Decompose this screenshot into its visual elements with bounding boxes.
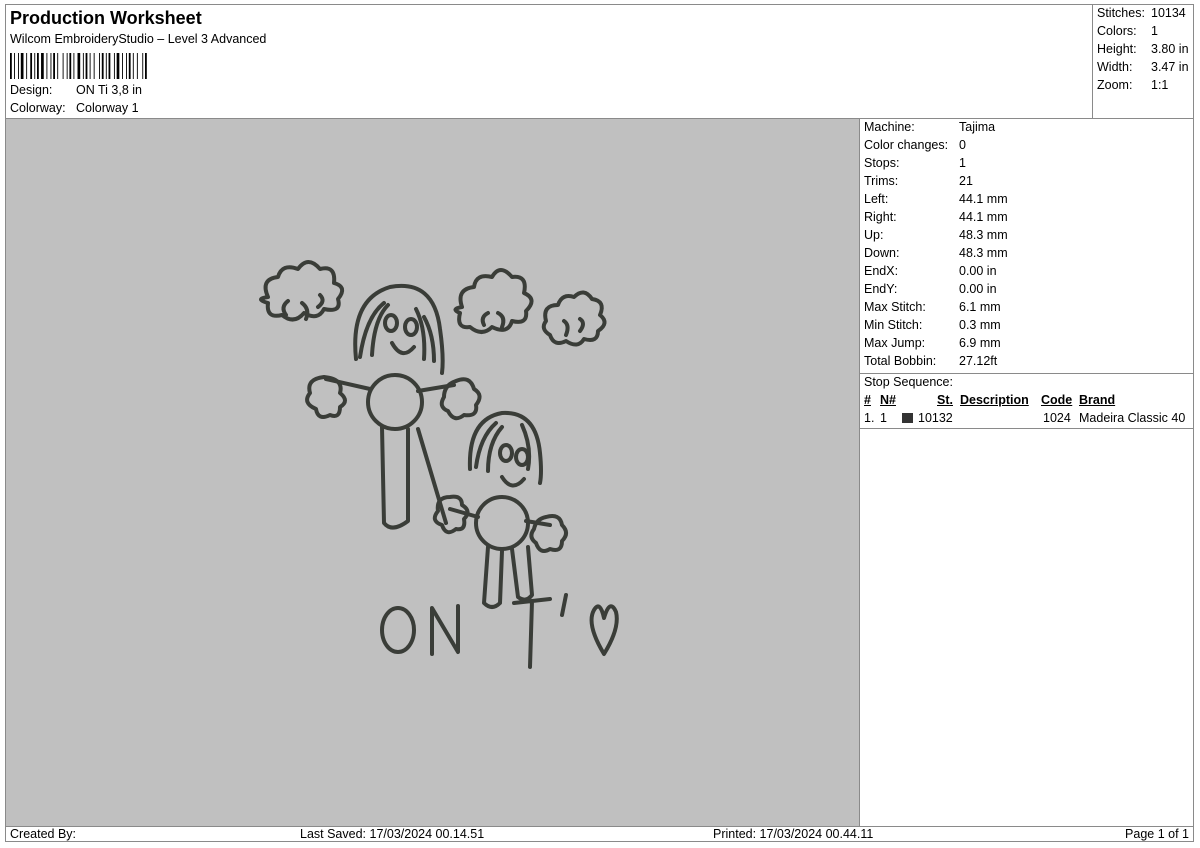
machine-label: EndY: xyxy=(864,282,898,296)
worksheet-frame: Production Worksheet Wilcom EmbroiderySt… xyxy=(5,4,1194,842)
page-title: Production Worksheet xyxy=(10,8,202,28)
worksheet-header: Production Worksheet Wilcom EmbroiderySt… xyxy=(6,5,1094,119)
machine-label: Trims: xyxy=(864,174,899,188)
machine-row: Up: 48.3 mm xyxy=(864,228,1008,242)
machine-label: Stops: xyxy=(864,156,900,170)
design-label: Design: xyxy=(10,83,53,97)
machine-value: 48.3 mm xyxy=(959,228,1008,242)
machine-value: 27.12ft xyxy=(959,354,998,368)
machine-row: Right: 44.1 mm xyxy=(864,210,1008,224)
stat-value: 3.80 in xyxy=(1151,42,1189,56)
machine-row: EndX: 0.00 in xyxy=(864,264,997,278)
machine-value: 6.9 mm xyxy=(959,336,1001,350)
printed-date: Printed: 17/03/2024 00.44.11 xyxy=(713,827,874,841)
machine-label: Right: xyxy=(864,210,897,224)
machine-label: Left: xyxy=(864,192,889,206)
machine-value: 0 xyxy=(959,138,966,152)
cloud-right xyxy=(541,290,607,347)
machine-info-panel: Machine: Tajima Color changes: 0 Stops: 1 Trim… xyxy=(860,119,1193,826)
col-n: N# xyxy=(880,393,896,407)
machine-label: Total Bobbin: xyxy=(864,354,937,368)
stat-value: 3.47 in xyxy=(1151,60,1189,74)
design-preview xyxy=(6,119,860,826)
stat-row: Height: 3.80 in xyxy=(1097,42,1189,56)
machine-row: Max Jump: 6.9 mm xyxy=(864,336,1001,350)
cloud-left xyxy=(259,260,345,322)
small-figure xyxy=(432,410,568,609)
col-description: Description xyxy=(960,393,1029,407)
machine-value: 0.00 in xyxy=(959,282,997,296)
machine-value: 1 xyxy=(959,156,966,170)
stat-value: 1 xyxy=(1151,24,1158,38)
machine-label: Up: xyxy=(864,228,884,242)
row-code: 1024 xyxy=(1043,411,1071,425)
row-num: 1. xyxy=(864,411,875,425)
divider xyxy=(860,428,1193,429)
worksheet-footer: Created By: Last Saved: 17/03/2024 00.14… xyxy=(6,826,1193,842)
big-figure xyxy=(305,283,482,530)
col-brand: Brand xyxy=(1079,393,1116,407)
thread-swatch xyxy=(902,413,913,423)
colorway-row: Colorway: Colorway 1 xyxy=(10,101,139,115)
stat-label: Height: xyxy=(1097,42,1137,56)
machine-value: 44.1 mm xyxy=(959,210,1008,224)
stat-row: Stitches: 10134 xyxy=(1097,6,1186,20)
stat-label: Width: xyxy=(1097,60,1133,74)
divider xyxy=(860,373,1193,374)
machine-value: 48.3 mm xyxy=(959,246,1008,260)
machine-label: EndX: xyxy=(864,264,899,278)
machine-label: Color changes: xyxy=(864,138,949,152)
machine-value: 6.1 mm xyxy=(959,300,1001,314)
machine-value: 0.00 in xyxy=(959,264,997,278)
stat-row: Width: 3.47 in xyxy=(1097,60,1189,74)
col-code: Code xyxy=(1041,393,1073,407)
stat-label: Colors: xyxy=(1097,24,1137,38)
page-number: Page 1 of 1 xyxy=(1125,827,1189,841)
machine-value: Tajima xyxy=(959,120,996,134)
stat-row: Colors: 1 xyxy=(1097,24,1158,38)
machine-row: Machine: Tajima xyxy=(864,120,995,134)
machine-label: Machine: xyxy=(864,120,915,134)
stat-label: Stitches: xyxy=(1097,6,1145,20)
machine-row: Down: 48.3 mm xyxy=(864,246,1008,260)
machine-value: 0.3 mm xyxy=(959,318,1001,332)
row-brand: Madeira Classic 40 xyxy=(1079,411,1186,425)
cloud-middle xyxy=(453,268,534,334)
row-stitches: 10132 xyxy=(918,411,953,425)
stat-value: 1:1 xyxy=(1151,78,1169,92)
stat-label: Zoom: xyxy=(1097,78,1133,92)
machine-label: Max Jump: xyxy=(864,336,926,350)
design-row: Design: ON Ti 3,8 in xyxy=(10,83,142,97)
col-st: St. xyxy=(937,393,953,407)
machine-row: Stops: 1 xyxy=(864,156,966,170)
machine-value: 21 xyxy=(959,174,973,188)
row-n: 1 xyxy=(880,411,887,425)
machine-row: EndY: 0.00 in xyxy=(864,282,997,296)
colorway-value: Colorway 1 xyxy=(76,101,139,115)
created-by: Created By: xyxy=(10,827,77,841)
machine-row: Trims: 21 xyxy=(864,174,973,188)
embroidery-drawing xyxy=(259,260,619,669)
machine-row: Min Stitch: 0.3 mm xyxy=(864,318,1001,332)
machine-row: Max Stitch: 6.1 mm xyxy=(864,300,1001,314)
machine-label: Max Stitch: xyxy=(864,300,926,314)
machine-row: Total Bobbin: 27.12ft xyxy=(864,354,997,368)
stop-sequence-title: Stop Sequence: xyxy=(864,375,953,389)
stat-value: 10134 xyxy=(1151,6,1186,20)
machine-row: Left: 44.1 mm xyxy=(864,192,1008,206)
machine-label: Min Stitch: xyxy=(864,318,923,332)
machine-row: Color changes: 0 xyxy=(864,138,966,152)
machine-value: 44.1 mm xyxy=(959,192,1008,206)
colorway-label: Colorway: xyxy=(10,101,66,115)
machine-label: Down: xyxy=(864,246,900,260)
barcode-icon xyxy=(10,53,147,79)
last-saved: Last Saved: 17/03/2024 00.14.51 xyxy=(300,827,485,841)
software-name: Wilcom EmbroideryStudio – Level 3 Advanc… xyxy=(10,32,267,46)
col-num: # xyxy=(864,393,871,407)
design-stats: Stitches: 10134 Colors: 1 Height: 3.80 in W… xyxy=(1092,5,1193,119)
design-value: ON Ti 3,8 in xyxy=(76,83,142,97)
stat-row: Zoom: 1:1 xyxy=(1097,78,1168,92)
